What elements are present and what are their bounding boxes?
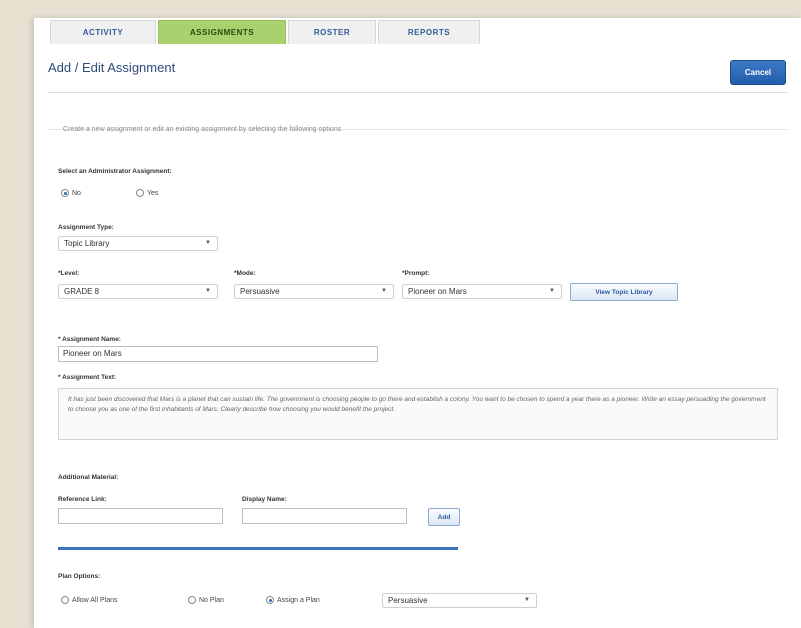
radio-unselected-icon[interactable] [61, 596, 69, 604]
intro-text: Create a new assignment or edit an exist… [63, 126, 342, 133]
plan-option-assign: Assign a Plan [277, 596, 320, 604]
cancel-button[interactable]: Cancel [730, 60, 786, 85]
plan-radio-no-plan[interactable]: No Plan [188, 596, 224, 604]
assignment-text-label: * Assignment Text: [58, 374, 117, 381]
assignment-type-select[interactable]: Topic Library ▼ [58, 236, 218, 251]
chevron-down-icon: ▼ [205, 288, 211, 294]
prompt-label: *Prompt: [402, 270, 430, 277]
tab-assignments[interactable]: ASSIGNMENTS [158, 20, 286, 44]
admin-radio-no[interactable]: No [61, 189, 81, 197]
level-label: *Level: [58, 270, 80, 277]
admin-option-no: No [72, 189, 81, 197]
plan-select[interactable]: Persuasive ▼ [382, 593, 537, 608]
view-topic-library-button[interactable]: View Topic Library [570, 283, 678, 301]
plan-option-no-plan: No Plan [199, 596, 224, 604]
title-divider [48, 92, 788, 93]
admin-assignment-label: Select an Administrator Assignment: [58, 168, 172, 175]
assignment-type-value: Topic Library [64, 239, 110, 248]
page-title: Add / Edit Assignment [48, 60, 176, 75]
chevron-down-icon: ▼ [524, 597, 530, 603]
admin-option-yes: Yes [147, 189, 159, 197]
chevron-down-icon: ▼ [549, 288, 555, 294]
assignment-page: ACTIVITY ASSIGNMENTS ROSTER REPORTS Add … [34, 18, 801, 628]
mode-value: Persuasive [240, 287, 280, 296]
assignment-name-label: * Assignment Name: [58, 336, 121, 343]
add-button[interactable]: Add [428, 508, 460, 526]
section-divider [58, 547, 458, 550]
plan-option-allow-all: Allow All Plans [72, 596, 118, 604]
radio-selected-icon[interactable] [266, 596, 274, 604]
plan-options-label: Plan Options: [58, 573, 101, 580]
level-select[interactable]: GRADE 8 ▼ [58, 284, 218, 299]
prompt-value: Pioneer on Mars [408, 287, 467, 296]
chevron-down-icon: ▼ [381, 288, 387, 294]
reference-link-input[interactable] [58, 508, 223, 524]
reference-link-label: Reference Link: [58, 496, 107, 503]
tab-roster[interactable]: ROSTER [288, 20, 376, 44]
plan-radio-assign[interactable]: Assign a Plan [266, 596, 320, 604]
radio-selected-icon[interactable] [61, 189, 69, 197]
level-value: GRADE 8 [64, 287, 100, 296]
intro-section: Create a new assignment or edit an exist… [48, 100, 788, 133]
assignment-name-input[interactable]: Pioneer on Mars [58, 346, 378, 362]
radio-unselected-icon[interactable] [136, 189, 144, 197]
assignment-text-area[interactable]: It has just been discovered that Mars is… [58, 388, 778, 440]
mode-label: *Mode: [234, 270, 256, 277]
mode-select[interactable]: Persuasive ▼ [234, 284, 394, 299]
additional-material-label: Additional Material: [58, 474, 119, 481]
tab-bar: ACTIVITY ASSIGNMENTS ROSTER REPORTS [50, 20, 482, 44]
prompt-select[interactable]: Pioneer on Mars ▼ [402, 284, 562, 299]
plan-select-value: Persuasive [388, 596, 428, 605]
tab-reports[interactable]: REPORTS [378, 20, 480, 44]
chevron-down-icon: ▼ [205, 240, 211, 246]
radio-unselected-icon[interactable] [188, 596, 196, 604]
plan-radio-allow-all[interactable]: Allow All Plans [61, 596, 118, 604]
tab-activity[interactable]: ACTIVITY [50, 20, 156, 44]
assignment-type-label: Assignment Type: [58, 224, 114, 231]
admin-radio-yes[interactable]: Yes [136, 189, 158, 197]
display-name-label: Display Name: [242, 496, 287, 503]
display-name-input[interactable] [242, 508, 407, 524]
